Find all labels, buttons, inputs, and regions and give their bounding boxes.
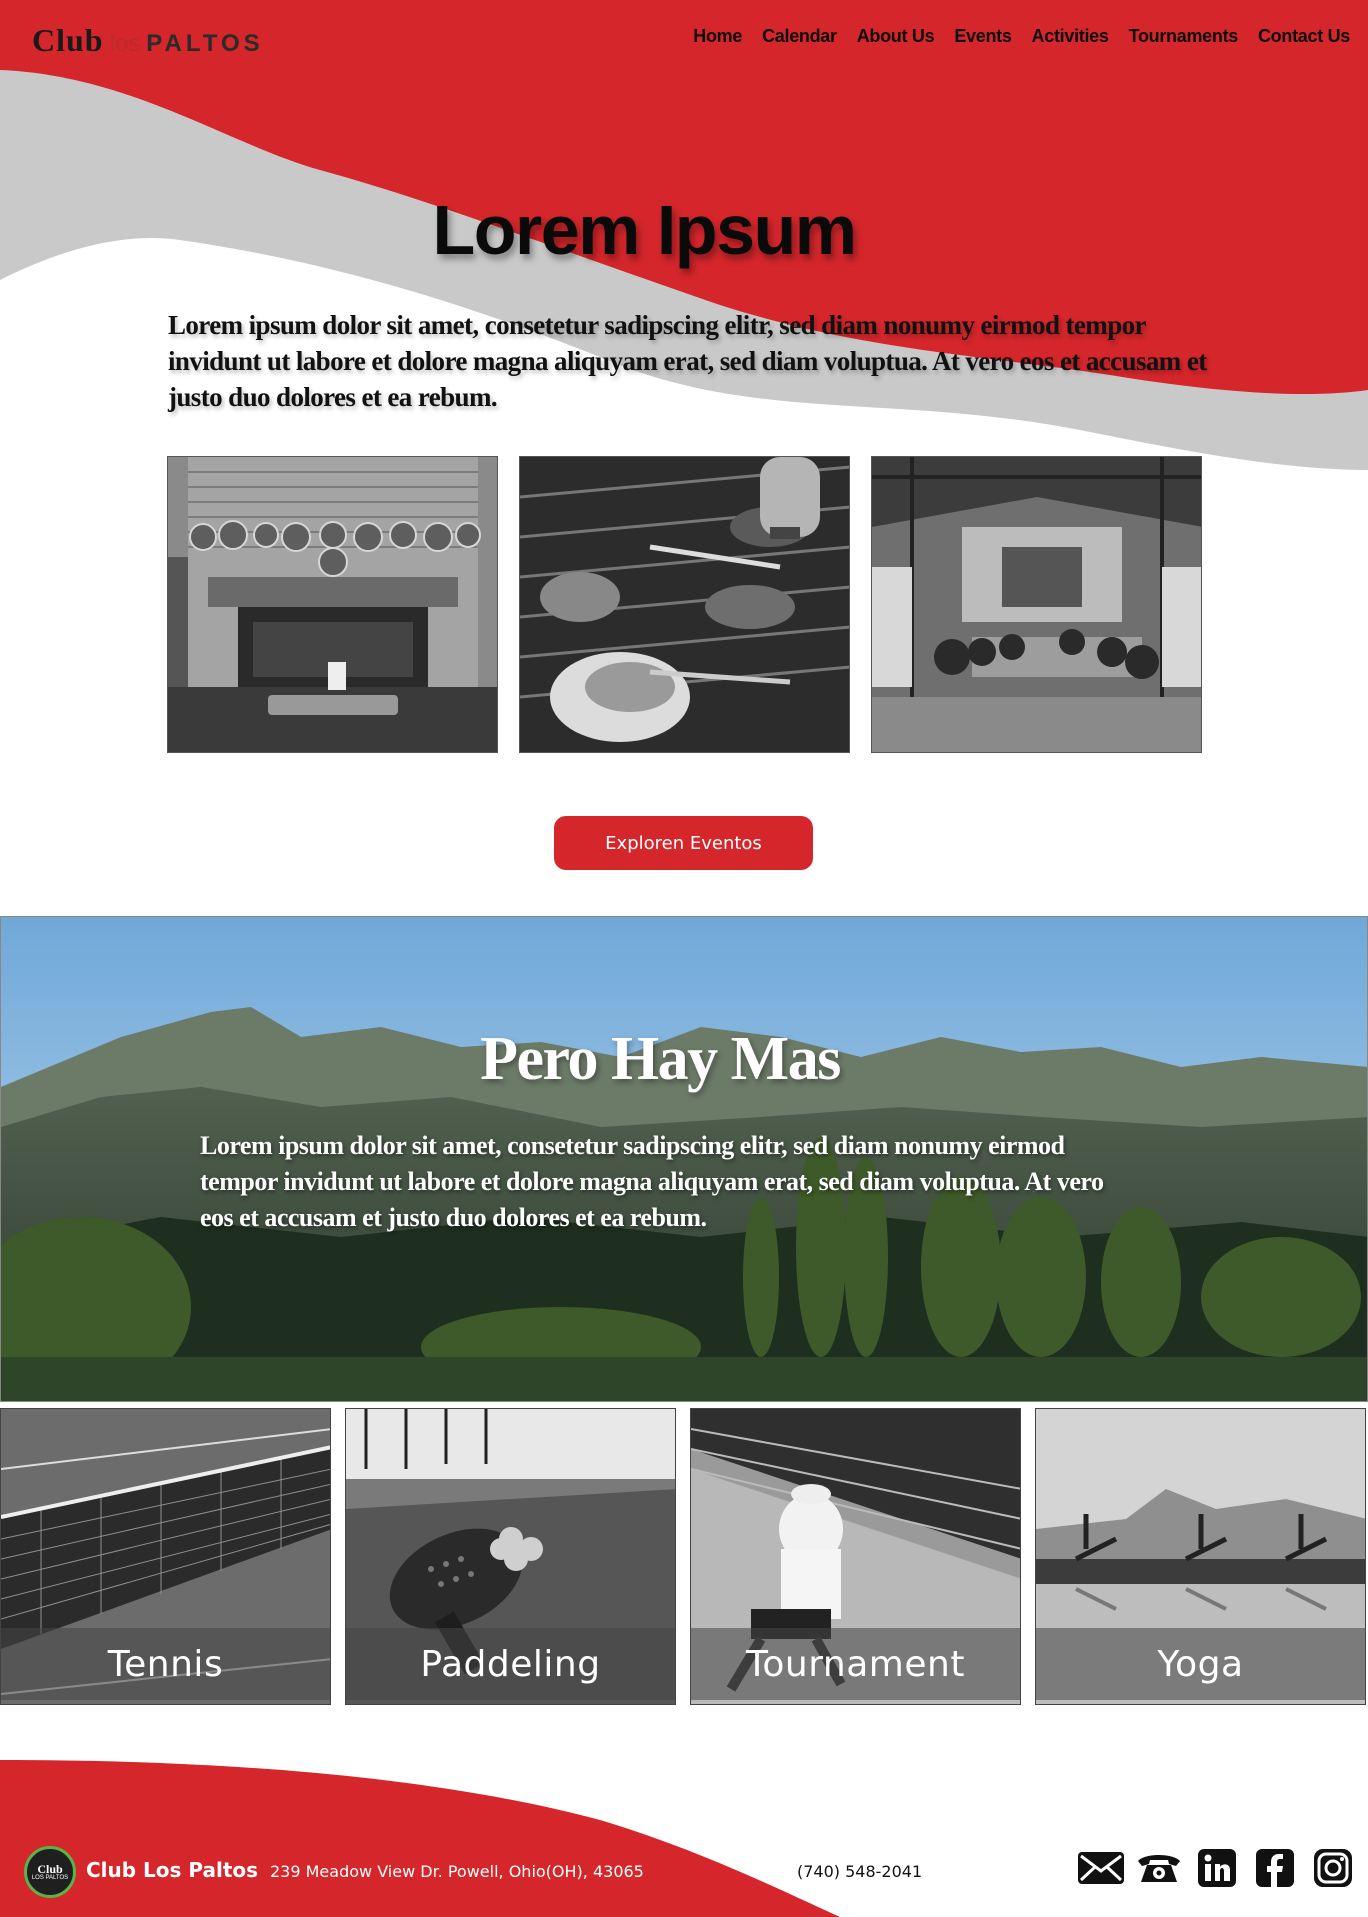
facebook-icon[interactable] — [1251, 1848, 1299, 1888]
phone-icon[interactable] — [1135, 1848, 1183, 1888]
footer-phone: (740) 548-2041 — [797, 1862, 923, 1881]
footer-club-name: Club Los Paltos — [86, 1858, 259, 1882]
main-nav: Home Calendar About Us Events Activities… — [693, 26, 1350, 47]
footer-logo-text-bottom: LOS PALTOS — [31, 1874, 69, 1881]
footer-address: 239 Meadow View Dr. Powell, Ohio(OH), 43… — [270, 1862, 644, 1881]
nav-activities[interactable]: Activities — [1032, 26, 1109, 47]
activity-label-yoga: Yoga — [1036, 1628, 1365, 1700]
hero-title: Lorem Ipsum — [432, 191, 857, 269]
nav-home[interactable]: Home — [693, 26, 742, 47]
activity-card-yoga[interactable]: Yoga — [1035, 1408, 1366, 1705]
activity-card-tennis[interactable]: Tennis — [0, 1408, 331, 1705]
photo-gallery — [167, 456, 1202, 753]
logo-text-paltos: PALTOS — [146, 30, 264, 57]
gallery-photo-grill[interactable] — [519, 456, 850, 753]
logo-text-los: los — [109, 30, 141, 57]
activity-card-paddeling[interactable]: Paddeling — [345, 1408, 676, 1705]
activity-card-tournament[interactable]: Tournament — [690, 1408, 1021, 1705]
site-logo[interactable]: Club los PALTOS — [32, 22, 264, 58]
activity-label-tournament: Tournament — [691, 1628, 1020, 1700]
footer-logo[interactable]: Club LOS PALTOS — [24, 1846, 76, 1898]
explore-events-button[interactable]: Exploren Eventos — [554, 816, 813, 870]
instagram-icon[interactable] — [1309, 1848, 1357, 1888]
mail-icon[interactable] — [1077, 1848, 1125, 1888]
nav-contact-us[interactable]: Contact Us — [1258, 26, 1350, 47]
activity-label-tennis: Tennis — [1, 1628, 330, 1700]
nav-events[interactable]: Events — [954, 26, 1012, 47]
nav-about-us[interactable]: About Us — [857, 26, 935, 47]
nav-calendar[interactable]: Calendar — [762, 26, 837, 47]
logo-text-club: Club — [32, 22, 104, 58]
linkedin-icon[interactable] — [1193, 1848, 1241, 1888]
nav-tournaments[interactable]: Tournaments — [1129, 26, 1239, 47]
activities-grid: Tennis Paddeling Tournament Yoga — [0, 1408, 1368, 1705]
gallery-photo-dining-room[interactable] — [871, 456, 1202, 753]
footer-logo-text-top: Club — [37, 1861, 63, 1876]
activity-label-paddeling: Paddeling — [346, 1628, 675, 1700]
footer-background-wave — [0, 1760, 840, 1917]
social-links — [1077, 1848, 1357, 1888]
hero-text: Lorem ipsum dolor sit amet, consetetur s… — [168, 310, 1207, 412]
banner-text: Lorem ipsum dolor sit amet, consetetur s… — [200, 1131, 1104, 1232]
gallery-photo-fireplace[interactable] — [167, 456, 498, 753]
banner-title: Pero Hay Mas — [480, 1025, 841, 1093]
